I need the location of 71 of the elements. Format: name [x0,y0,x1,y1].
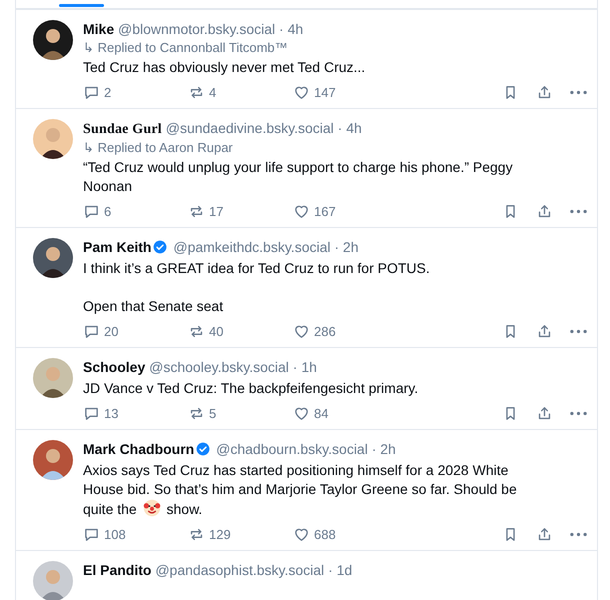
author-handle[interactable]: @blownmotor.bsky.social [118,21,276,37]
post-time[interactable]: · 2h [334,239,358,255]
speech-bubble-icon [83,84,100,101]
post-text: JD Vance v Ted Cruz: The backpfeifengesicht primary. [83,379,420,398]
post-text: Ted Cruz has obviously never met Ted Cruz... [83,58,366,77]
post-text: Axios says Ted Cruz has started positioning himself for a 2028 White House bid. So that’s him and Marjorie Taylor Greene so far. Should be quite the show. [83,461,518,519]
author-name[interactable]: Pam Keith [83,239,152,255]
post-time[interactable]: · 1d [328,562,352,578]
share-button[interactable] [536,405,553,422]
speech-bubble-icon [83,405,100,422]
share-icon [536,526,553,543]
post-text: “Ted Cruz would unplug your life support to charge his phone.” Peggy Noonan [83,158,514,196]
reply-context[interactable]: ↳ Replied to Cannonball Titcomb™ [83,40,288,55]
repost-icon [188,84,205,101]
more-icon [570,90,587,95]
share-icon [536,84,553,101]
author-name[interactable]: El Pandito [83,562,152,578]
author-handle[interactable]: @schooley.bsky.social [149,359,289,375]
like-button[interactable]: 688 [293,525,398,544]
author-name[interactable]: Mark Chadbourn [83,441,194,457]
repost-icon [188,203,205,220]
repost-button[interactable]: 4 [188,83,293,102]
share-icon [536,323,553,340]
repost-button[interactable]: 17 [188,202,293,221]
reply-context[interactable]: ↳ Replied to Aaron Rupar [83,140,233,155]
heart-icon [293,84,310,101]
share-button[interactable] [536,203,553,220]
heart-icon [293,405,310,422]
author-name[interactable]: Mike [83,21,114,37]
repost-button[interactable]: 40 [188,322,293,341]
more-icon [570,209,587,214]
author-handle[interactable]: @pamkeithdc.bsky.social [173,239,330,255]
speech-bubble-icon [83,203,100,220]
author-name[interactable]: Sundae Gurl [83,122,162,137]
post-time[interactable]: · 4h [279,21,304,37]
speech-bubble-icon [83,526,100,543]
share-button[interactable] [536,526,553,543]
author-handle[interactable]: @chadbourn.bsky.social [216,441,368,457]
like-button[interactable]: 147 [293,83,398,102]
share-icon [536,405,553,422]
reply-button[interactable]: 13 [83,404,188,423]
share-button[interactable] [536,84,553,101]
author-name[interactable]: Schooley [83,359,146,375]
more-icon [570,411,587,416]
heart-icon [293,323,310,340]
repost-icon [188,526,205,543]
reply-button[interactable]: 6 [83,202,188,221]
like-button[interactable]: 84 [293,404,398,423]
repost-button[interactable]: 129 [188,525,293,544]
reply-button[interactable]: 2 [83,83,188,102]
share-icon [536,203,553,220]
more-icon [570,329,587,334]
post-time[interactable]: · 2h [372,441,396,457]
reply-button[interactable]: 108 [83,525,188,544]
reply-button[interactable]: 20 [83,322,188,341]
post-time[interactable]: · 4h [338,120,362,136]
repost-icon [188,405,205,422]
heart-icon [293,526,310,543]
heart-icon [293,203,310,220]
author-handle[interactable]: @pandasophist.bsky.social [155,562,324,578]
like-button[interactable]: 167 [293,202,398,221]
more-icon [570,532,587,537]
author-handle[interactable]: @sundaedivine.bsky.social [166,120,334,136]
like-button[interactable]: 286 [293,322,398,341]
speech-bubble-icon [83,323,100,340]
post-text: I think it’s a GREAT idea for Ted Cruz to run for POTUS. Open that Senate seat [83,259,431,316]
clown-emoji-icon [142,499,161,517]
repost-button[interactable]: 5 [188,404,293,423]
share-button[interactable] [536,323,553,340]
repost-icon [188,323,205,340]
post-time[interactable]: · 1h [292,359,317,375]
